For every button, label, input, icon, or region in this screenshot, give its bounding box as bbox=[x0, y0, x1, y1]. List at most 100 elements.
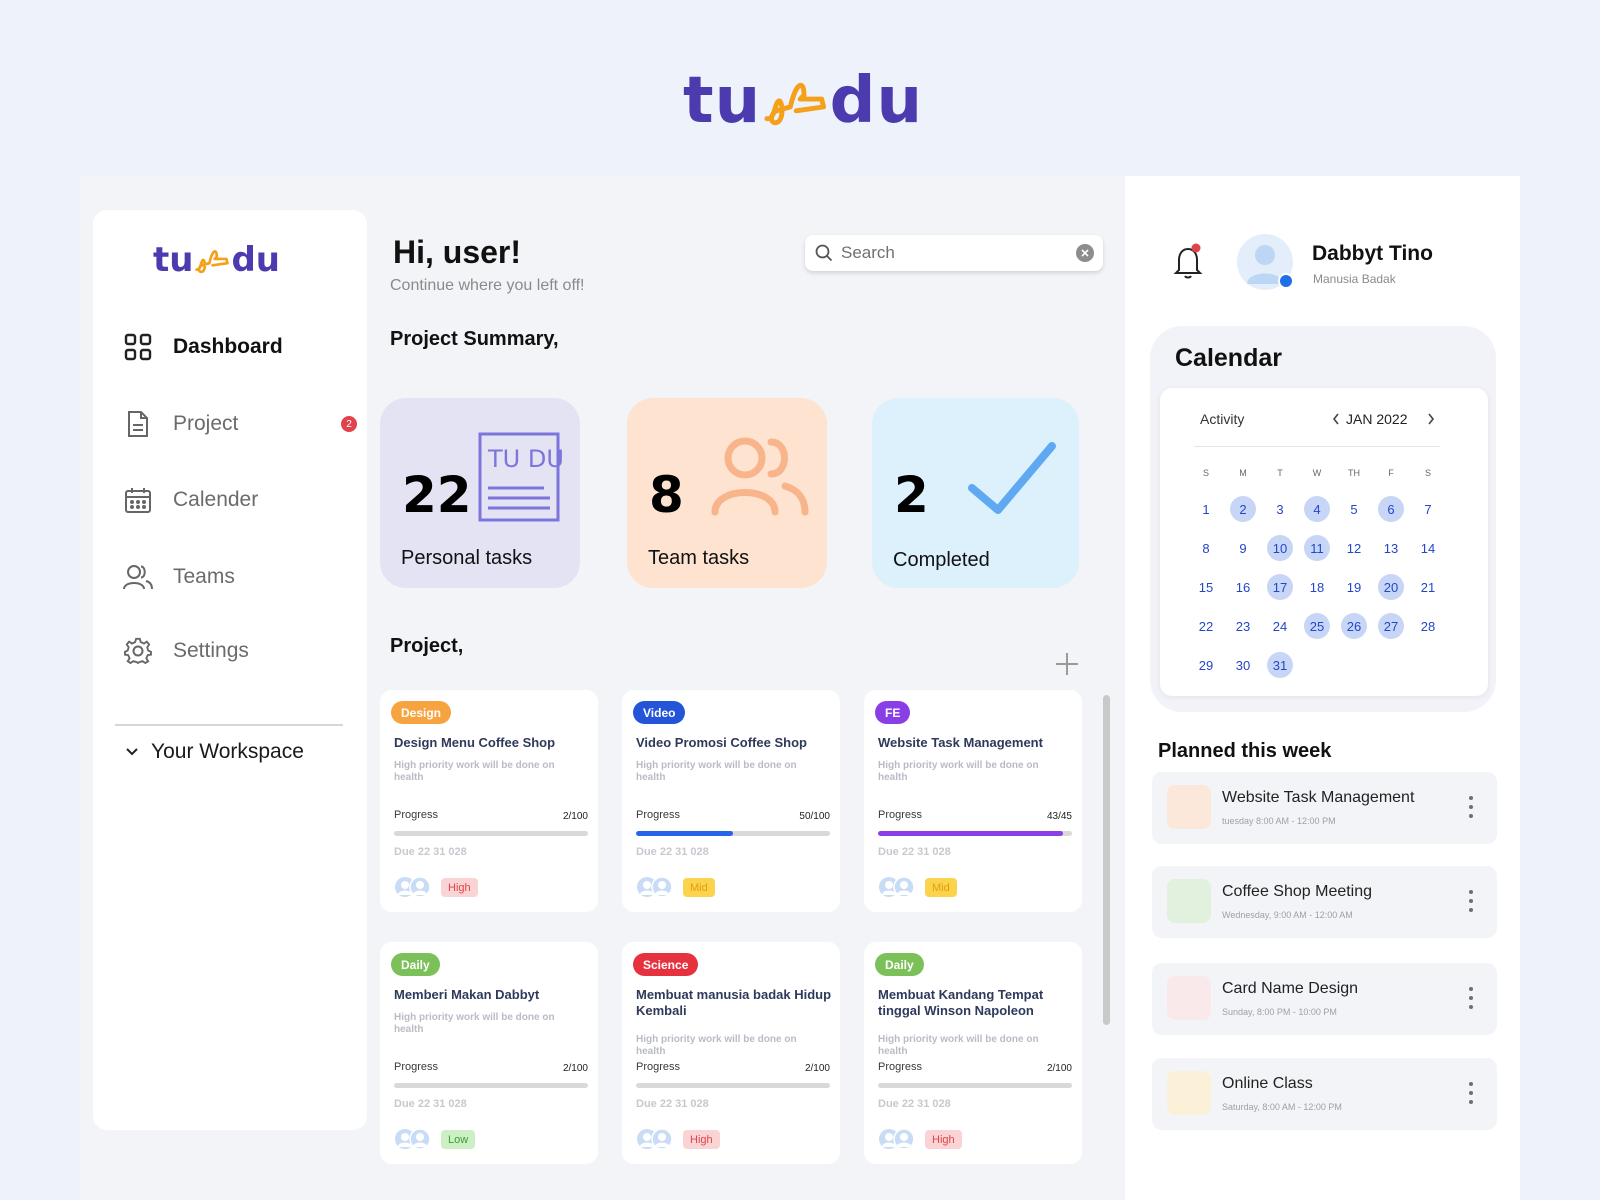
user-name: Dabbyt Tino bbox=[1312, 242, 1433, 265]
prev-month-button[interactable] bbox=[1329, 411, 1343, 427]
project-card[interactable]: Video Video Promosi Coffee Shop High prior… bbox=[622, 690, 840, 912]
calendar-day[interactable]: 20 bbox=[1378, 574, 1404, 600]
workspace-toggle[interactable]: Your Workspace bbox=[125, 740, 304, 764]
progress-value: 43/45 bbox=[1046, 811, 1072, 822]
users-icon bbox=[123, 562, 153, 592]
project-scrollbar[interactable] bbox=[1103, 695, 1110, 1025]
right-panel: Dabbyt Tino Manusia Badak Calendar Activ… bbox=[1125, 176, 1520, 1200]
calendar-day[interactable]: 10 bbox=[1267, 535, 1293, 561]
calendar-day[interactable]: 26 bbox=[1341, 613, 1367, 639]
sidebar-item-settings[interactable]: Settings bbox=[123, 634, 353, 668]
project-card[interactable]: Daily Memberi Makan Dabbyt High priority w… bbox=[380, 942, 598, 1164]
user-role: Manusia Badak bbox=[1313, 272, 1396, 286]
summary-label: Team tasks bbox=[648, 547, 750, 569]
calendar-day[interactable]: 17 bbox=[1267, 574, 1293, 600]
progress-value: 2/100 bbox=[1046, 1063, 1072, 1074]
team-tasks-card[interactable]: 8 Team tasks bbox=[627, 398, 827, 588]
sidebar-item-dashboard[interactable]: Dashboard bbox=[123, 330, 353, 364]
bell-icon bbox=[1173, 243, 1203, 279]
calendar-day[interactable]: 30 bbox=[1230, 652, 1256, 678]
calendar-day[interactable]: 23 bbox=[1230, 613, 1256, 639]
calendar-day[interactable]: 22 bbox=[1193, 613, 1219, 639]
notifications-button[interactable] bbox=[1173, 242, 1205, 282]
personal-tasks-card[interactable]: 22 Personal tasks TU DU bbox=[380, 398, 580, 588]
calendar-day[interactable]: 31 bbox=[1267, 652, 1293, 678]
more-options-icon[interactable] bbox=[1467, 987, 1475, 1009]
online-status-dot bbox=[1278, 273, 1294, 289]
planned-item[interactable]: Coffee Shop Meeting Wednesday, 9:00 AM - … bbox=[1152, 866, 1497, 938]
calendar-day[interactable]: 29 bbox=[1193, 652, 1219, 678]
team-avatars-icon bbox=[879, 876, 915, 898]
calendar-day[interactable]: 9 bbox=[1230, 535, 1256, 561]
weekday-label: TH bbox=[1348, 468, 1360, 478]
team-avatars-icon bbox=[879, 1128, 915, 1150]
calendar-day[interactable]: 8 bbox=[1193, 535, 1219, 561]
sidebar-item-calender[interactable]: Calender bbox=[123, 483, 353, 517]
weekday-label: M bbox=[1239, 468, 1247, 478]
priority-badge: Mid bbox=[925, 878, 957, 897]
project-card[interactable]: Daily Membuat Kandang Tempat tinggal Wins… bbox=[864, 942, 1082, 1164]
project-tag: Science bbox=[633, 953, 699, 976]
calendar-day[interactable]: 7 bbox=[1415, 496, 1441, 522]
progress-bar bbox=[636, 831, 830, 836]
calendar-day[interactable]: 16 bbox=[1230, 574, 1256, 600]
calendar-day[interactable]: 12 bbox=[1341, 535, 1367, 561]
project-card[interactable]: Design Design Menu Coffee Shop High priori… bbox=[380, 690, 598, 912]
calendar-day[interactable]: 25 bbox=[1304, 613, 1330, 639]
summary-value: 8 bbox=[649, 466, 684, 524]
calendar-day[interactable]: 28 bbox=[1415, 613, 1441, 639]
chevron-left-icon bbox=[1332, 413, 1339, 425]
search-input[interactable] bbox=[841, 243, 1061, 263]
calendar-day[interactable]: 19 bbox=[1341, 574, 1367, 600]
planned-item[interactable]: Website Task Management tuesday 8:00 AM -… bbox=[1152, 772, 1497, 844]
calendar-day[interactable]: 11 bbox=[1304, 535, 1330, 561]
calendar-day[interactable]: 1 bbox=[1193, 496, 1219, 522]
calendar-day[interactable]: 27 bbox=[1378, 613, 1404, 639]
calendar-day[interactable]: 3 bbox=[1267, 496, 1293, 522]
project-tag: Design bbox=[391, 701, 452, 724]
next-month-button[interactable] bbox=[1424, 411, 1438, 427]
project-title: Website Task Management bbox=[878, 735, 1043, 750]
more-options-icon[interactable] bbox=[1467, 890, 1475, 912]
add-project-button[interactable] bbox=[1054, 651, 1080, 677]
sidebar-item-project[interactable]: Project 2 bbox=[123, 407, 357, 441]
calendar-day[interactable]: 24 bbox=[1267, 613, 1293, 639]
calendar-day[interactable]: 5 bbox=[1341, 496, 1367, 522]
clear-search-button[interactable] bbox=[1076, 244, 1094, 262]
progress-value: 2/100 bbox=[562, 811, 588, 822]
progress-value: 50/100 bbox=[799, 811, 830, 822]
calendar-day[interactable]: 2 bbox=[1230, 496, 1256, 522]
planned-time: Wednesday, 9:00 AM - 12:00 AM bbox=[1222, 910, 1353, 920]
project-description: High priority work will be done on healt… bbox=[394, 760, 555, 783]
completed-card[interactable]: 2 Completed bbox=[872, 398, 1079, 588]
calendar-day[interactable]: 18 bbox=[1304, 574, 1330, 600]
calendar-day[interactable]: 6 bbox=[1378, 496, 1404, 522]
more-options-icon[interactable] bbox=[1467, 1082, 1475, 1104]
hero-logo: tu du bbox=[683, 64, 923, 138]
document-icon bbox=[123, 409, 153, 439]
calendar-day[interactable]: 14 bbox=[1415, 535, 1441, 561]
project-card[interactable]: FE Website Task Management High priority w… bbox=[864, 690, 1082, 912]
team-avatars-icon bbox=[395, 876, 431, 898]
progress-bar bbox=[878, 831, 1072, 836]
calendar-day[interactable]: 4 bbox=[1304, 496, 1330, 522]
planned-item[interactable]: Card Name Design Sunday, 8:00 PM - 10:00 … bbox=[1152, 963, 1497, 1035]
planned-name: Website Task Management bbox=[1222, 789, 1415, 806]
sidebar-logo[interactable]: tu du bbox=[153, 240, 280, 280]
calendar-activity-label[interactable]: Activity bbox=[1200, 411, 1244, 427]
calendar-panel: Calendar Activity JAN 2022 S M T W TH F S 1 2 3 4 5… bbox=[1150, 326, 1496, 712]
team-users-icon bbox=[711, 437, 809, 516]
project-title: Membuat Kandang Tempat tinggal Winson Na… bbox=[878, 987, 1044, 1018]
project-card[interactable]: Science Membuat manusia badak Hidup Kemba… bbox=[622, 942, 840, 1164]
sidebar-item-teams[interactable]: Teams bbox=[123, 560, 353, 594]
planned-thumbnail bbox=[1167, 785, 1211, 829]
tudu-squiggle-icon bbox=[764, 82, 827, 126]
search-bar bbox=[805, 235, 1103, 271]
calendar-day[interactable]: 13 bbox=[1378, 535, 1404, 561]
calendar-day[interactable]: 15 bbox=[1193, 574, 1219, 600]
priority-badge: High bbox=[925, 1130, 962, 1149]
planned-item[interactable]: Online Class Saturday, 8:00 AM - 12:00 PM bbox=[1152, 1058, 1497, 1130]
chevron-right-icon bbox=[1428, 413, 1435, 425]
more-options-icon[interactable] bbox=[1467, 796, 1475, 818]
calendar-day[interactable]: 21 bbox=[1415, 574, 1441, 600]
